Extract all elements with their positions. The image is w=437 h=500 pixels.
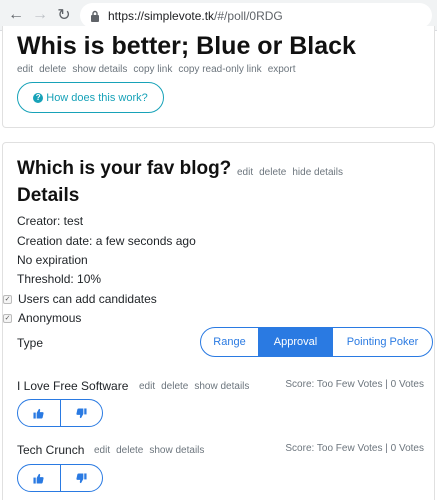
users-add-checkbox[interactable]: ✓ [3,294,12,304]
candidate-actions: edit delete show details [94,445,210,456]
users-add-label: Users can add candidates [18,292,157,306]
thumbs-up-icon [33,408,44,419]
candidate-delete-link[interactable]: delete [116,445,143,456]
forward-arrow-icon[interactable]: → [28,3,52,27]
type-range-button[interactable]: Range [200,327,259,357]
vote-buttons [17,399,103,427]
type-approval-button[interactable]: Approval [259,327,332,357]
candidate-show-details-link[interactable]: show details [149,445,204,456]
how-does-this-work-button[interactable]: ? How does this work? [17,82,164,113]
question-hide-details-link[interactable]: hide details [292,167,343,178]
reload-icon[interactable]: ↻ [52,3,76,27]
poll-copy-readonly-link[interactable]: copy read-only link [178,64,261,75]
question-edit-link[interactable]: edit [237,167,253,178]
url-path: /#/poll/0RDG [214,8,283,23]
anonymous-row: ✓ Anonymous [3,311,81,325]
thumbs-up-icon [33,473,44,484]
upvote-button[interactable] [18,465,61,491]
type-label: Type [17,336,44,350]
address-bar[interactable]: https://simplevote.tk/#/poll/0RDG [80,3,432,28]
upvote-button[interactable] [18,400,61,426]
creator-text: Creator: test [17,214,84,228]
type-pointing-poker-button[interactable]: Pointing Poker [332,327,433,357]
creation-date-text: Creation date: a few seconds ago [17,234,196,248]
poll-actions: edit delete show details copy link copy read… [17,64,301,75]
candidate-show-details-link[interactable]: show details [194,381,249,392]
anonymous-checkbox[interactable]: ✓ [3,313,12,323]
candidate-name: Tech Crunch [17,443,85,457]
type-selector: Range Approval Pointing Poker [200,327,433,357]
url-host: https://simplevote.tk [108,8,215,23]
downvote-button[interactable] [61,465,103,491]
candidate-actions: edit delete show details [139,381,255,392]
details-heading: Details [17,185,80,206]
back-arrow-icon[interactable]: ← [4,3,28,27]
downvote-button[interactable] [61,400,103,426]
candidate-score: Score: Too Few Votes | 0 Votes [285,379,424,390]
question-title: Which is your fav blog? [17,158,232,179]
users-add-row: ✓ Users can add candidates [3,292,157,306]
candidate-score: Score: Too Few Votes | 0 Votes [285,443,424,454]
question-actions: edit delete hide details [237,167,349,178]
poll-copy-link[interactable]: copy link [133,64,172,75]
candidate-edit-link[interactable]: edit [139,381,155,392]
question-delete-link[interactable]: delete [259,167,286,178]
poll-title: Whis is better; Blue or Black [17,32,356,60]
candidate-name: I Love Free Software [17,379,129,393]
poll-delete-link[interactable]: delete [39,64,66,75]
thumbs-down-icon [76,472,87,483]
expiration-text: No expiration [17,253,88,267]
poll-edit-link[interactable]: edit [17,64,33,75]
anonymous-label: Anonymous [18,311,82,325]
candidate-delete-link[interactable]: delete [161,381,188,392]
how-button-label: How does this work? [46,91,148,104]
thumbs-down-icon [76,407,87,418]
poll-show-details-link[interactable]: show details [72,64,127,75]
candidate-edit-link[interactable]: edit [94,445,110,456]
question-circle-icon: ? [33,92,44,103]
vote-buttons [17,464,103,492]
lock-icon [90,10,100,22]
poll-export-link[interactable]: export [268,64,296,75]
threshold-text: Threshold: 10% [17,272,102,286]
